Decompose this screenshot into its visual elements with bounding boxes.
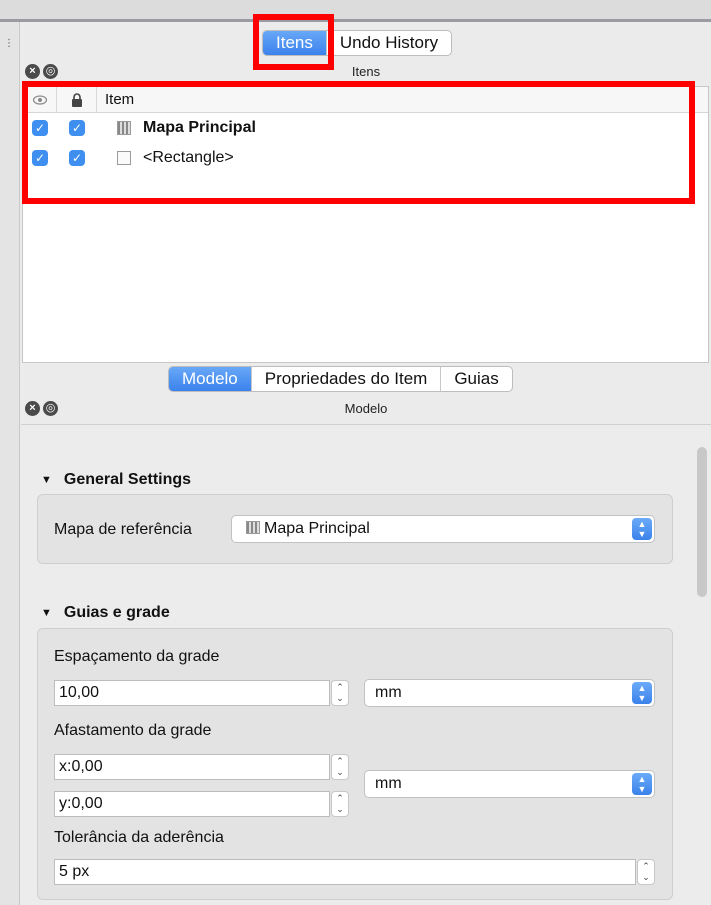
- tab-guias[interactable]: Guias: [440, 367, 511, 391]
- select-value: mm: [375, 684, 402, 701]
- left-dock-strip: ⋮: [0, 22, 20, 905]
- section-title: Guias e grade: [63, 604, 170, 621]
- tab-undo-history[interactable]: Undo History: [325, 31, 451, 55]
- snap-tolerance-stepper[interactable]: ⌃ ⌄: [637, 859, 655, 885]
- window-top-bar: [0, 0, 711, 22]
- select-value: mm: [375, 775, 402, 792]
- spacing-unit-select[interactable]: mm ▲ ▼: [364, 679, 655, 707]
- select-value: Mapa Principal: [264, 520, 370, 537]
- snap-tolerance-input[interactable]: 5 px: [54, 859, 636, 885]
- grid-spacing-label: Espaçamento da grade: [54, 648, 220, 665]
- select-arrows-icon: ▲ ▼: [632, 682, 652, 704]
- collapse-triangle-icon: ▼: [41, 607, 52, 619]
- tab-modelo[interactable]: Modelo: [169, 367, 251, 391]
- modelo-dock-title: Modelo: [344, 401, 388, 416]
- select-arrows-icon: ▲ ▼: [632, 773, 652, 795]
- highlight-tree-box: [22, 81, 695, 204]
- offset-unit-select[interactable]: mm ▲ ▼: [364, 770, 655, 798]
- scrollbar[interactable]: [697, 447, 707, 597]
- reference-map-label: Mapa de referência: [54, 521, 192, 538]
- section-title: General Settings: [63, 471, 192, 488]
- snap-tolerance-label: Tolerância da aderência: [54, 829, 224, 846]
- tab-propriedades-do-item[interactable]: Propriedades do Item: [250, 367, 441, 391]
- map-icon: [246, 521, 260, 534]
- spacing-stepper[interactable]: ⌃ ⌄: [331, 680, 349, 706]
- offset-y-stepper[interactable]: ⌃ ⌄: [331, 791, 349, 817]
- modelo-tabbar: Modelo Propriedades do Item Guias: [168, 366, 513, 392]
- guides-grid-header[interactable]: ▼ Guias e grade: [41, 604, 170, 622]
- grid-offset-x-input[interactable]: x:0,00: [54, 754, 330, 780]
- collapse-triangle-icon: ▼: [41, 474, 52, 486]
- grid-spacing-input[interactable]: 10,00: [54, 680, 330, 706]
- items-dock-title: Itens: [351, 64, 381, 79]
- grip-icon[interactable]: ⋮: [4, 38, 15, 49]
- grid-offset-label: Afastamento da grade: [54, 722, 212, 739]
- offset-x-stepper[interactable]: ⌃ ⌄: [331, 754, 349, 780]
- reference-map-select[interactable]: Mapa Principal ▲ ▼: [231, 515, 655, 543]
- select-arrows-icon: ▲ ▼: [632, 518, 652, 540]
- grid-offset-y-input[interactable]: y:0,00: [54, 791, 330, 817]
- general-settings-header[interactable]: ▼ General Settings: [41, 471, 191, 489]
